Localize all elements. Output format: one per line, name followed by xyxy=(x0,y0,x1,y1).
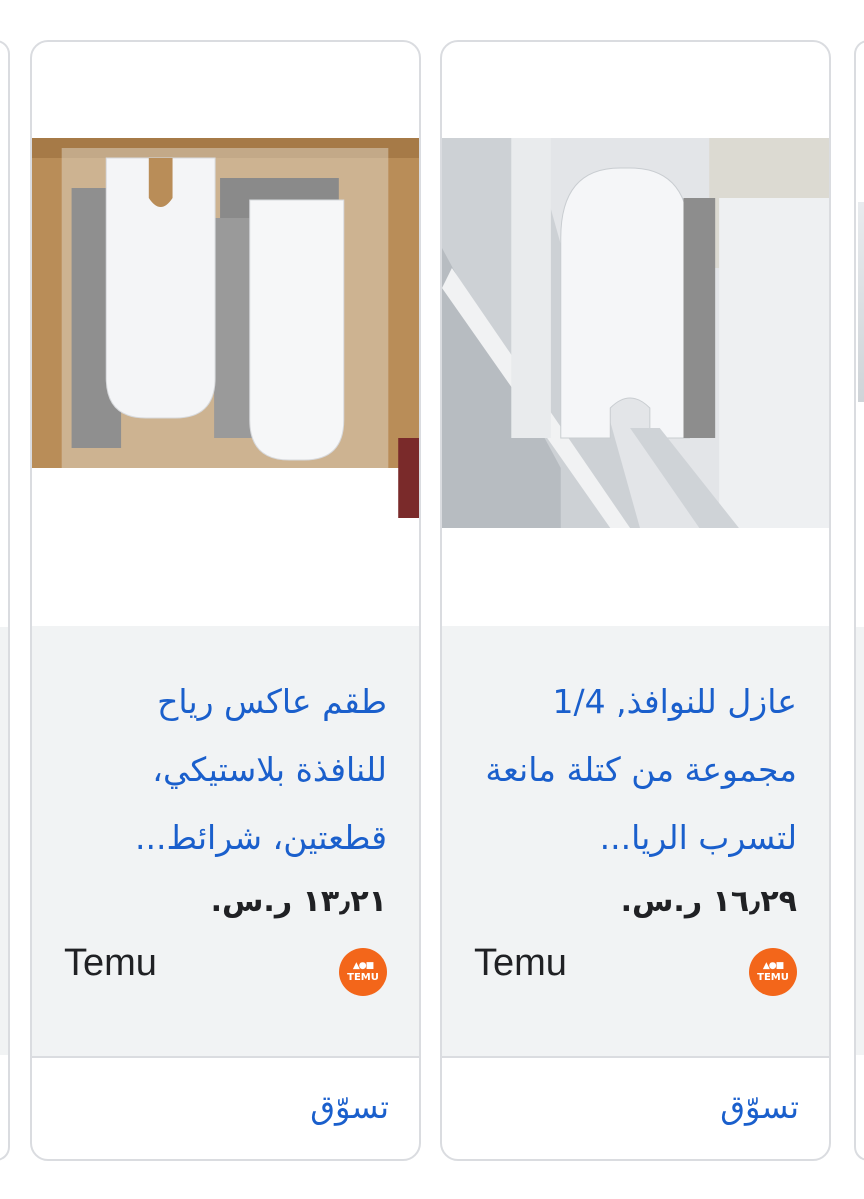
temu-logo-text: TEMU xyxy=(347,972,379,983)
product-card[interactable]: طقم عاكس رياح للنافذة بلاستيكي، قطعتين، … xyxy=(30,40,421,1161)
temu-logo-text: TEMU xyxy=(757,972,789,983)
temu-logo-icon: ▲●■ TEMU xyxy=(749,948,797,996)
product-price: ١٣٫٢١ ر.س. xyxy=(210,884,387,919)
previous-product-card-edge[interactable] xyxy=(0,40,10,1161)
merchant-name: Temu xyxy=(64,942,157,984)
product-price: ١٦٫٢٩ ر.س. xyxy=(620,884,797,919)
divider xyxy=(32,1056,419,1058)
product-image[interactable] xyxy=(32,138,419,528)
shop-button[interactable]: تسوّق xyxy=(720,1088,799,1126)
next-product-card-edge[interactable] xyxy=(854,40,864,1161)
divider xyxy=(442,1056,829,1058)
merchant-name: Temu xyxy=(474,942,567,984)
product-info: طقم عاكس رياح للنافذة بلاستيكي، قطعتين، … xyxy=(32,626,419,1056)
product-title[interactable]: طقم عاكس رياح للنافذة بلاستيكي، قطعتين، … xyxy=(60,668,387,872)
product-info: عازل للنوافذ, 1/4 مجموعة من كتلة مانعة ل… xyxy=(442,626,829,1056)
shop-button[interactable]: تسوّق xyxy=(310,1088,389,1126)
product-title[interactable]: عازل للنوافذ, 1/4 مجموعة من كتلة مانعة ل… xyxy=(470,668,797,872)
product-image[interactable] xyxy=(442,138,829,528)
temu-logo-icon: ▲●■ TEMU xyxy=(339,948,387,996)
product-card[interactable]: عازل للنوافذ, 1/4 مجموعة من كتلة مانعة ل… xyxy=(440,40,831,1161)
